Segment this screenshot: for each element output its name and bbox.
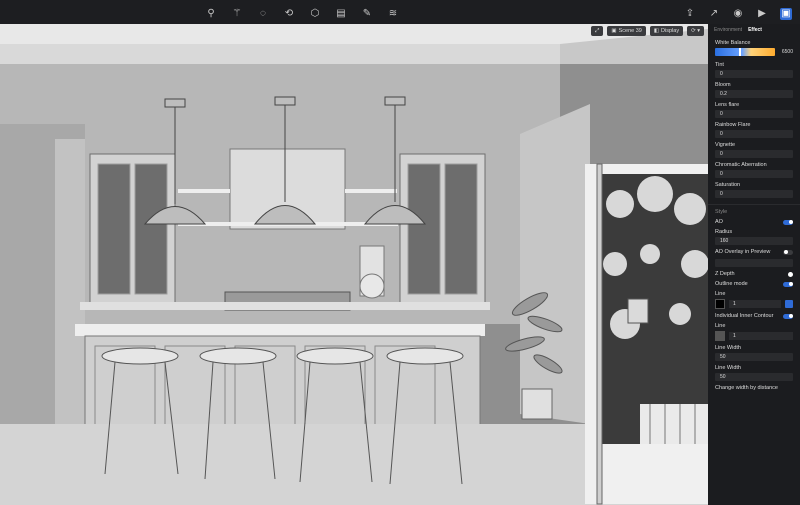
line2-row: 1 <box>715 331 793 341</box>
refresh-button[interactable]: ⟳ ▾ <box>687 26 704 36</box>
wand-icon[interactable]: ⚚ <box>231 8 243 20</box>
tab-effect[interactable]: Effect <box>748 27 762 33</box>
effect-label: Saturation <box>715 182 741 188</box>
display-icon: ◧ <box>653 28 660 34</box>
radius-input[interactable]: 160 <box>715 237 793 245</box>
tab-environment[interactable]: Environment <box>714 27 742 33</box>
effect-label: Bloom <box>715 82 731 88</box>
line-width2-input[interactable]: 50 <box>715 373 793 381</box>
effect-label: Lens flare <box>715 102 740 108</box>
white-balance-gradient[interactable] <box>715 48 775 56</box>
panel-icon[interactable]: ▣ <box>780 8 792 20</box>
ao-overlay-row: AO Overlay in Preview <box>715 249 793 255</box>
line2-label: Line <box>715 323 726 329</box>
share-icon[interactable]: ↗ <box>708 8 720 20</box>
display-label: Display <box>661 28 680 34</box>
line2-input[interactable]: 1 <box>729 332 793 340</box>
effect-input[interactable]: 0 <box>715 110 793 118</box>
inner-contour-label: Individual Inner Contour <box>715 313 774 319</box>
line-width2-label: Line Width <box>715 365 741 371</box>
camera-icon[interactable]: ◉ <box>732 8 744 20</box>
panel-tabs: Environment Effect <box>708 24 800 36</box>
line-width-label: Line Width <box>715 345 741 351</box>
effect-input[interactable]: 0 <box>715 170 793 178</box>
white-balance-slider[interactable]: 6500 <box>715 48 793 56</box>
pin-icon[interactable]: ⚲ <box>205 8 217 20</box>
white-balance-label: White Balance <box>715 40 751 46</box>
ao-overlay-label: AO Overlay in Preview <box>715 249 771 255</box>
zdepth-indicator[interactable] <box>788 271 793 277</box>
zdepth-row: Z Depth <box>715 271 793 277</box>
tool-group: ⚲ ⚚ ◌ ⟲ ⬡ ▤ ✎ ≋ <box>205 8 399 20</box>
display-button[interactable]: ◧ Display <box>649 26 684 36</box>
render-viewport[interactable]: ⤢ ▣ Scene 39 ◧ Display ⟳ ▾ <box>0 24 708 505</box>
effects-panel: Environment Effect White Balance 6500 Ti… <box>708 24 800 505</box>
brush-icon[interactable]: ✎ <box>361 8 373 20</box>
effect-label: Rainbow Flare <box>715 122 751 128</box>
line-width-input[interactable]: 50 <box>715 353 793 361</box>
ao-overlay-toggle[interactable] <box>783 249 793 255</box>
effect-label: Vignette <box>715 142 736 148</box>
lasso-icon[interactable]: ◌ <box>257 8 269 20</box>
effect-input[interactable]: 0 <box>715 150 793 158</box>
line2-color-swatch[interactable] <box>715 331 725 341</box>
effect-label: Tint <box>715 62 724 68</box>
line-row: 1 <box>715 299 793 309</box>
line-link-button[interactable] <box>785 300 793 308</box>
ao-overlay-input[interactable] <box>715 259 793 267</box>
ao-row: AO <box>715 219 793 225</box>
viewport-toolbar: ⤢ ▣ Scene 39 ◧ Display ⟳ ▾ <box>590 26 704 36</box>
inner-contour-toggle[interactable] <box>783 313 793 319</box>
right-icon-group: ⇪ ↗ ◉ ▶ ▣ <box>684 8 792 20</box>
effect-input[interactable]: 0 <box>715 130 793 138</box>
cube-icon[interactable]: ⬡ <box>309 8 321 20</box>
effects-list: Tint 0 Bloom 0.2 Lens flare 0 Rainbow Flare 0 Vi… <box>708 62 800 198</box>
top-toolbar: ⚲ ⚚ ◌ ⟲ ⬡ ▤ ✎ ≋ ⇪ ↗ ◉ ▶ ▣ <box>0 0 800 24</box>
scene-icon: ▣ <box>611 28 617 34</box>
effect-input[interactable]: 0 <box>715 190 793 198</box>
outline-row: Outline mode <box>715 281 793 287</box>
refresh-icon[interactable]: ⟲ <box>283 8 295 20</box>
expand-button[interactable]: ⤢ <box>590 26 604 36</box>
zdepth-label: Z Depth <box>715 271 735 277</box>
white-balance-value: 6500 <box>781 49 793 55</box>
scene-button[interactable]: ▣ Scene 39 <box>607 26 646 36</box>
inner-contour-row: Individual Inner Contour <box>715 313 793 319</box>
kitchen-render <box>0 24 708 505</box>
film-icon[interactable]: ▤ <box>335 8 347 20</box>
change-width-label: Change width by distance <box>715 385 778 391</box>
ao-label: AO <box>715 219 723 225</box>
outline-toggle[interactable] <box>783 281 793 287</box>
import-icon[interactable]: ⇪ <box>684 8 696 20</box>
effect-label: Chromatic Aberration <box>715 162 767 168</box>
white-balance-handle[interactable] <box>739 48 741 56</box>
video-icon[interactable]: ▶ <box>756 8 768 20</box>
line-color-swatch[interactable] <box>715 299 725 309</box>
ao-toggle[interactable] <box>783 219 793 225</box>
effect-input[interactable]: 0.2 <box>715 90 793 98</box>
radius-label: Radius <box>715 229 733 235</box>
outline-label: Outline mode <box>715 281 748 287</box>
scene-label: Scene 39 <box>618 28 642 34</box>
effect-input[interactable]: 0 <box>715 70 793 78</box>
line-label: Line <box>715 291 726 297</box>
layers-icon[interactable]: ≋ <box>387 8 399 20</box>
style-section-title: Style <box>715 209 728 215</box>
line-input[interactable]: 1 <box>729 300 781 308</box>
